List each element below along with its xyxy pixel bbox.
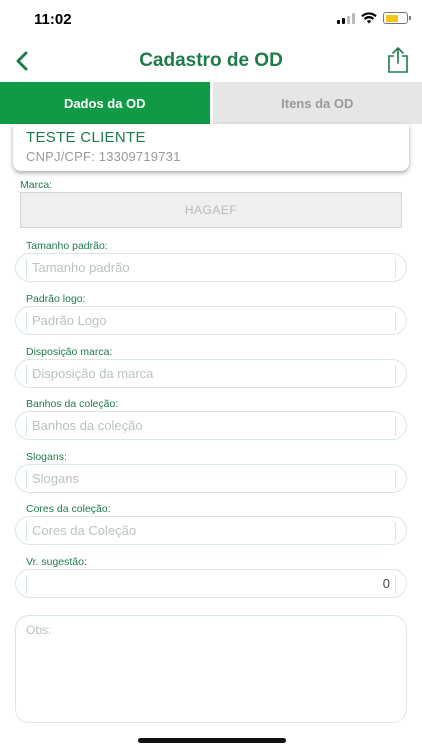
- tamanho-padrao-label: Tamanho padrão:: [26, 240, 108, 252]
- cores-colecao-label: Cores da coleção:: [26, 503, 111, 515]
- tab-itens-da-od[interactable]: Itens da OD: [212, 82, 422, 124]
- disposicao-marca-label: Disposição marca:: [26, 346, 113, 358]
- banhos-colecao-field-container: [15, 411, 407, 440]
- slogans-label: Slogans:: [26, 451, 67, 463]
- wifi-icon: [361, 12, 377, 24]
- marca-label: Marca:: [20, 179, 53, 191]
- tab-dados-da-od[interactable]: Dados da OD: [0, 82, 210, 124]
- battery-icon: [383, 12, 411, 24]
- tamanho-padrao-input[interactable]: [32, 254, 392, 281]
- page-title: Cadastro de OD: [139, 50, 283, 71]
- disposicao-marca-field-container: [15, 359, 407, 388]
- status-time: 11:02: [34, 11, 72, 28]
- navigation-bar: Cadastro de OD: [0, 40, 422, 82]
- cellular-signal-icon: [337, 12, 355, 24]
- vr-sugestao-label: Vr. sugestão:: [26, 556, 87, 568]
- home-indicator[interactable]: [138, 738, 286, 743]
- client-name: TESTE CLIENTE: [26, 129, 146, 146]
- padrao-logo-input[interactable]: [32, 307, 392, 334]
- vr-sugestao-field-container: [15, 569, 407, 598]
- slogans-input[interactable]: [32, 465, 392, 492]
- vr-sugestao-input[interactable]: [32, 570, 390, 597]
- share-icon: [388, 47, 408, 73]
- client-card: TESTE CLIENTE CNPJ/CPF: 13309719731: [13, 124, 409, 171]
- obs-field-container: [15, 615, 407, 723]
- slogans-field-container: [15, 464, 407, 493]
- disposicao-marca-input[interactable]: [32, 360, 392, 387]
- banhos-colecao-label: Banhos da coleção:: [26, 398, 119, 410]
- share-button[interactable]: [386, 46, 410, 74]
- tamanho-padrao-field-container: [15, 253, 407, 282]
- cores-colecao-input[interactable]: [32, 517, 392, 544]
- marca-field: HAGAEF: [20, 192, 402, 228]
- banhos-colecao-input[interactable]: [32, 412, 392, 439]
- status-bar: 11:02: [0, 0, 422, 40]
- status-icons: [337, 12, 411, 24]
- padrao-logo-field-container: [15, 306, 407, 335]
- cores-colecao-field-container: [15, 516, 407, 545]
- obs-textarea[interactable]: [26, 623, 396, 715]
- padrao-logo-label: Padrão logo:: [26, 293, 86, 305]
- client-document: CNPJ/CPF: 13309719731: [26, 149, 181, 164]
- tab-bar: Dados da OD Itens da OD: [0, 82, 422, 124]
